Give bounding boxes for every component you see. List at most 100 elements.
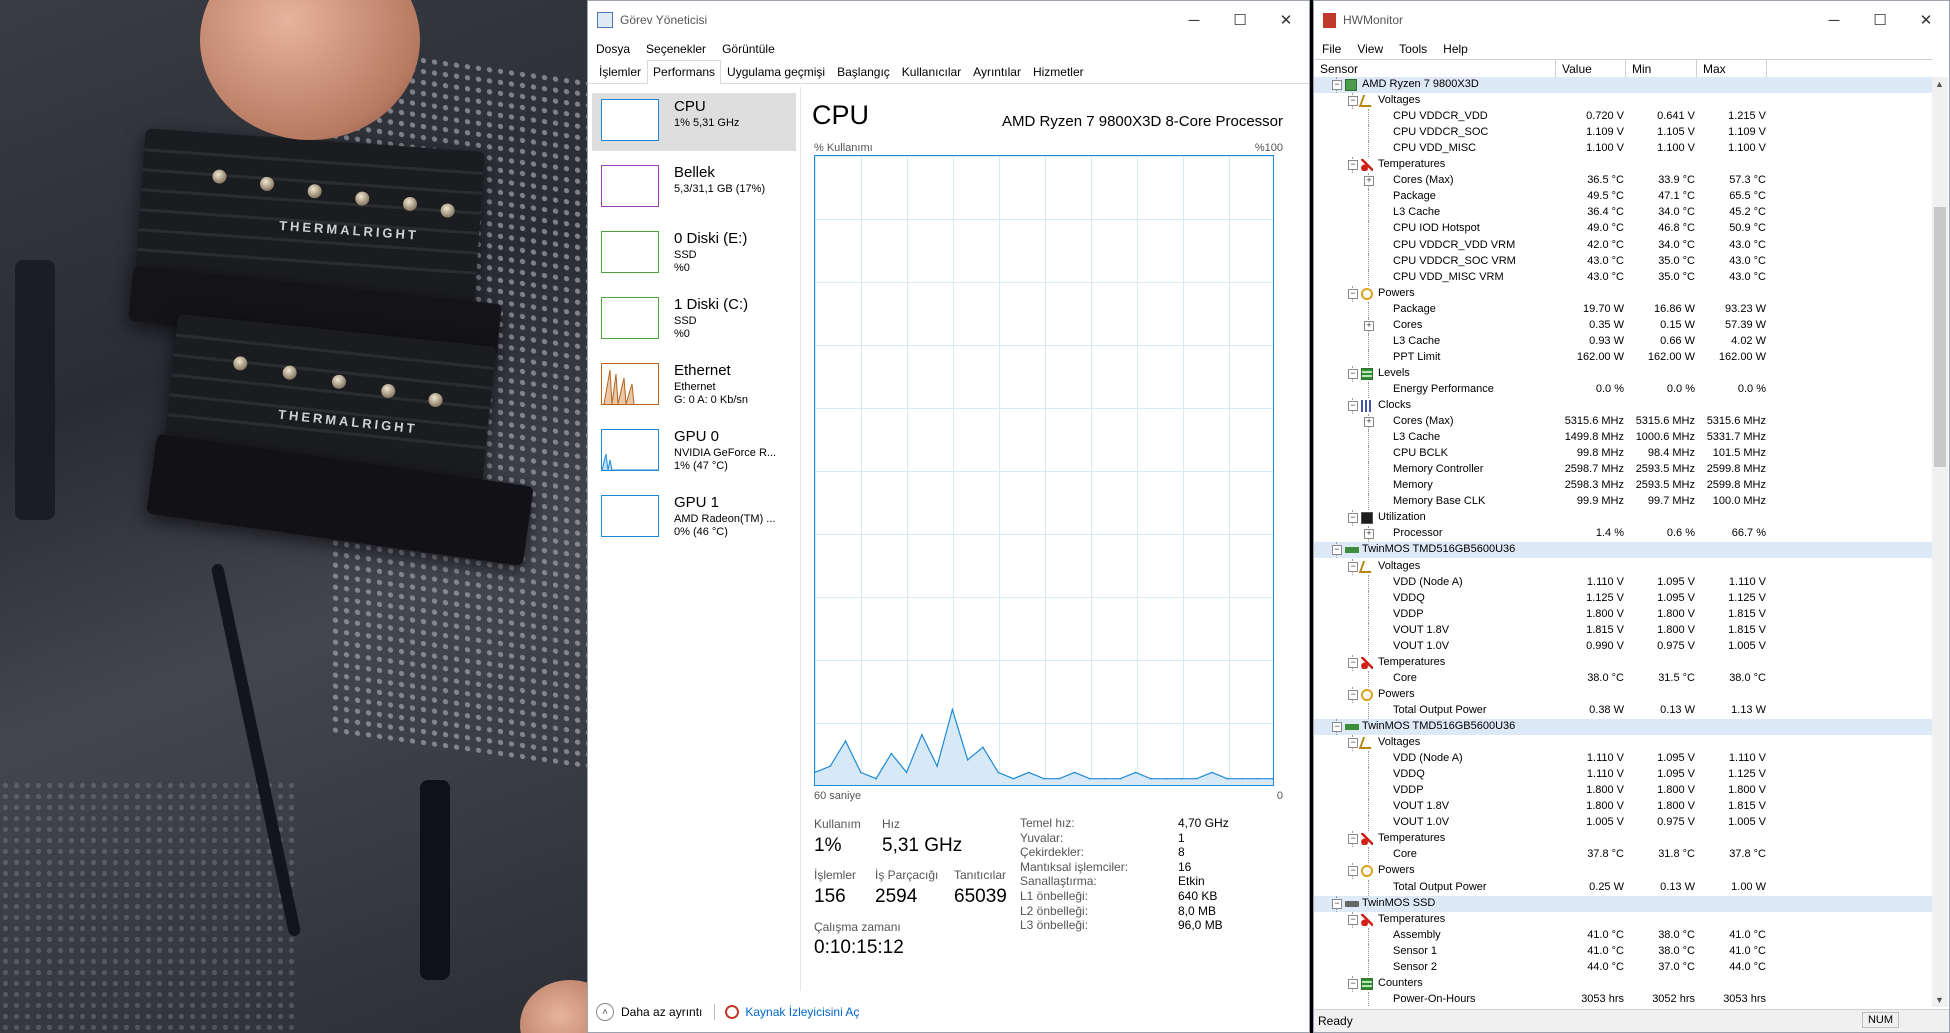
category-row[interactable]: − Temperatures: [1314, 157, 1932, 174]
sensor-row[interactable]: L3 Cache 1499.8 MHz 1000.6 MHz 5331.7 MHz: [1314, 430, 1932, 447]
menu-file[interactable]: Dosya: [596, 42, 630, 56]
device-row[interactable]: − TwinMOS TMD516GB5600U36: [1314, 542, 1932, 559]
sensor-row[interactable]: + Processor 1.4 % 0.6 % 66.7 %: [1314, 526, 1932, 543]
device-row[interactable]: − TwinMOS TMD516GB5600U36: [1314, 719, 1932, 736]
collapse-icon[interactable]: −: [1348, 160, 1358, 171]
category-row[interactable]: − Utilization: [1314, 510, 1932, 527]
column-sensor[interactable]: Sensor: [1320, 62, 1358, 76]
sensor-row[interactable]: CPU VDDCR_SOC 1.109 V 1.105 V 1.109 V: [1314, 125, 1932, 142]
collapse-icon[interactable]: −: [1348, 561, 1358, 572]
category-row[interactable]: − Counters: [1314, 975, 1932, 992]
sensor-row[interactable]: CPU VDD_MISC 1.100 V 1.100 V 1.100 V: [1314, 141, 1932, 158]
menu-view[interactable]: Görüntüle: [722, 42, 775, 56]
sensor-row[interactable]: VDD (Node A) 1.110 V 1.095 V 1.110 V: [1314, 751, 1932, 768]
sidebar-item-cpu[interactable]: CPU 1% 5,31 GHz: [592, 93, 796, 151]
sidebar-item-memory[interactable]: Bellek 5,3/31,1 GB (17%): [592, 159, 796, 217]
collapse-icon[interactable]: −: [1348, 368, 1358, 379]
sensor-row[interactable]: CPU IOD Hotspot 49.0 °C 46.8 °C 50.9 °C: [1314, 221, 1932, 238]
sensor-row[interactable]: CPU VDD_MISC VRM 43.0 °C 35.0 °C 43.0 °C: [1314, 269, 1932, 286]
sensor-row[interactable]: Memory Controller 2598.7 MHz 2593.5 MHz 259…: [1314, 462, 1932, 479]
category-row[interactable]: − Voltages: [1314, 93, 1932, 110]
collapse-icon[interactable]: −: [1348, 657, 1358, 668]
collapse-icon[interactable]: −: [1332, 722, 1342, 732]
sensor-row[interactable]: VOUT 1.0V 1.005 V 0.975 V 1.005 V: [1314, 815, 1932, 832]
category-row[interactable]: − Powers: [1314, 285, 1932, 302]
tab-users[interactable]: Kullanıcılar: [896, 60, 967, 83]
sensor-row[interactable]: Total Output Power 0.38 W 0.13 W 1.13 W: [1314, 702, 1932, 719]
close-button[interactable]: ✕: [1263, 1, 1309, 39]
sidebar-item-disk-e[interactable]: 0 Diski (E:) SSD %0: [592, 225, 796, 283]
tab-details[interactable]: Ayrıntılar: [967, 60, 1027, 83]
sensor-row[interactable]: L3 Cache 0.93 W 0.66 W 4.02 W: [1314, 333, 1932, 350]
collapse-icon[interactable]: −: [1348, 914, 1358, 925]
menu-tools[interactable]: Tools: [1399, 42, 1427, 56]
category-row[interactable]: − Powers: [1314, 686, 1932, 703]
hw-titlebar[interactable]: HWMonitor ─ ☐ ✕: [1314, 1, 1949, 39]
category-row[interactable]: − Temperatures: [1314, 911, 1932, 928]
sidebar-item-gpu1[interactable]: GPU 1 AMD Radeon(TM) ... 0% (46 °C): [592, 489, 796, 547]
tab-startup[interactable]: Başlangıç: [831, 60, 896, 83]
sensor-row[interactable]: Package 49.5 °C 47.1 °C 65.5 °C: [1314, 189, 1932, 206]
collapse-icon[interactable]: −: [1348, 738, 1358, 749]
category-row[interactable]: − Powers: [1314, 863, 1932, 880]
close-button[interactable]: ✕: [1903, 1, 1949, 39]
sensor-row[interactable]: PPT Limit 162.00 W 162.00 W 162.00 W: [1314, 349, 1932, 366]
menu-view[interactable]: View: [1357, 42, 1383, 56]
sensor-row[interactable]: CPU BCLK 99.8 MHz 98.4 MHz 101.5 MHz: [1314, 446, 1932, 463]
collapse-icon[interactable]: −: [1348, 866, 1358, 877]
sidebar-item-gpu0[interactable]: GPU 0 NVIDIA GeForce R... 1% (47 °C): [592, 423, 796, 481]
expand-icon[interactable]: +: [1364, 529, 1374, 540]
collapse-icon[interactable]: −: [1348, 401, 1358, 411]
sensor-row[interactable]: VDDP 1.800 V 1.800 V 1.815 V: [1314, 606, 1932, 623]
sensor-row[interactable]: VDDQ 1.110 V 1.095 V 1.125 V: [1314, 767, 1932, 784]
sensor-row[interactable]: Core 38.0 °C 31.5 °C 38.0 °C: [1314, 670, 1932, 687]
tm-titlebar[interactable]: Görev Yöneticisi ─ ☐ ✕: [588, 1, 1309, 39]
tab-services[interactable]: Hizmetler: [1027, 60, 1090, 83]
maximize-button[interactable]: ☐: [1857, 1, 1903, 39]
chevron-up-icon[interactable]: ˄: [596, 1003, 614, 1021]
minimize-button[interactable]: ─: [1811, 1, 1857, 39]
sensor-row[interactable]: CPU VDDCR_VDD 0.720 V 0.641 V 1.215 V: [1314, 109, 1932, 126]
device-row[interactable]: − AMD Ryzen 7 9800X3D: [1314, 77, 1932, 94]
column-max[interactable]: Max: [1703, 62, 1726, 76]
vertical-scrollbar[interactable]: ▲ ▼: [1932, 77, 1948, 1007]
fewer-details-link[interactable]: Daha az ayrıntı: [621, 1005, 702, 1019]
sensor-row[interactable]: Total Output Power 0.25 W 0.13 W 1.00 W: [1314, 879, 1932, 896]
category-row[interactable]: − Clocks: [1314, 398, 1932, 415]
collapse-icon[interactable]: −: [1348, 96, 1358, 107]
scroll-down-icon[interactable]: ▼: [1935, 995, 1944, 1005]
tab-app-history[interactable]: Uygulama geçmişi: [721, 60, 831, 83]
sensor-row[interactable]: L3 Cache 36.4 °C 34.0 °C 45.2 °C: [1314, 205, 1932, 222]
sensor-row[interactable]: VOUT 1.0V 0.990 V 0.975 V 1.005 V: [1314, 638, 1932, 655]
collapse-icon[interactable]: −: [1348, 689, 1358, 700]
maximize-button[interactable]: ☐: [1217, 1, 1263, 39]
category-row[interactable]: − Levels: [1314, 365, 1932, 382]
sensor-row[interactable]: Power-On-Hours 3053 hrs 3052 hrs 3053 hrs: [1314, 991, 1932, 1007]
column-value[interactable]: Value: [1562, 62, 1592, 76]
sensor-row[interactable]: CPU VDDCR_SOC VRM 43.0 °C 35.0 °C 43.0 °C: [1314, 253, 1932, 270]
sensor-row[interactable]: Memory Base CLK 99.9 MHz 99.7 MHz 100.0 MHz: [1314, 494, 1932, 511]
sensor-row[interactable]: Core 37.8 °C 31.8 °C 37.8 °C: [1314, 847, 1932, 864]
category-row[interactable]: − Voltages: [1314, 735, 1932, 752]
sidebar-item-disk-c[interactable]: 1 Diski (C:) SSD %0: [592, 291, 796, 349]
expand-icon[interactable]: +: [1364, 417, 1374, 428]
category-row[interactable]: − Temperatures: [1314, 831, 1932, 848]
sidebar-item-ethernet[interactable]: Ethernet Ethernet G: 0 A: 0 Kb/sn: [592, 357, 796, 415]
menu-file[interactable]: File: [1322, 42, 1341, 56]
sensor-row[interactable]: VDD (Node A) 1.110 V 1.095 V 1.110 V: [1314, 574, 1932, 591]
sensor-row[interactable]: Memory 2598.3 MHz 2593.5 MHz 2599.8 MHz: [1314, 478, 1932, 495]
tab-performance[interactable]: Performans: [647, 60, 722, 84]
category-row[interactable]: − Temperatures: [1314, 654, 1932, 671]
collapse-icon[interactable]: −: [1348, 978, 1358, 989]
expand-icon[interactable]: +: [1364, 320, 1374, 331]
collapse-icon[interactable]: −: [1332, 545, 1342, 556]
scrollbar-thumb[interactable]: [1934, 207, 1946, 467]
sensor-row[interactable]: Sensor 2 44.0 °C 37.0 °C 44.0 °C: [1314, 959, 1932, 976]
minimize-button[interactable]: ─: [1171, 1, 1217, 39]
open-resource-monitor-link[interactable]: Kaynak İzleyicisini Aç: [745, 1005, 859, 1019]
sensor-row[interactable]: Energy Performance 0.0 % 0.0 % 0.0 %: [1314, 381, 1932, 398]
sensor-row[interactable]: + Cores (Max) 36.5 °C 33.9 °C 57.3 °C: [1314, 173, 1932, 190]
sensor-row[interactable]: + Cores 0.35 W 0.15 W 57.39 W: [1314, 317, 1932, 334]
menu-options[interactable]: Seçenekler: [646, 42, 706, 56]
collapse-icon[interactable]: −: [1348, 288, 1358, 299]
